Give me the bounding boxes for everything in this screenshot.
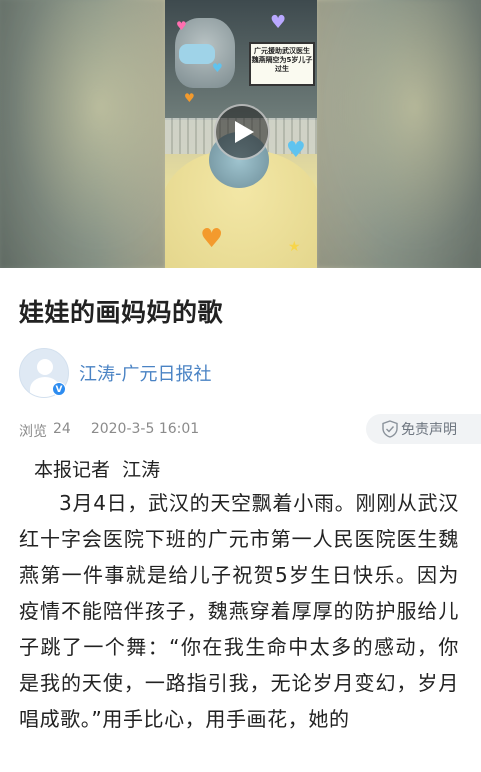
heart-icon: ♥ xyxy=(270,12,287,33)
video-sign: 广元援助武汉医生魏燕隔空为5岁儿子过生 xyxy=(249,42,315,86)
heart-icon: ♥ xyxy=(212,61,223,75)
video-blur-right xyxy=(316,0,481,268)
video-face-mask xyxy=(179,44,215,64)
article-body: 3月4日，武汉的天空飘着小雨。刚刚从武汉红十字会医院下班的广元市第一人民医院医生… xyxy=(19,491,459,731)
heart-icon: ♥ xyxy=(176,19,187,33)
author-organization[interactable]: 广元日报社 xyxy=(122,360,212,386)
shield-check-icon xyxy=(382,420,398,438)
author-name[interactable]: 江涛 xyxy=(79,360,115,386)
article-title: 娃娃的画妈妈的歌 xyxy=(19,298,224,327)
reporter-line: 本报记者 江涛 xyxy=(34,459,161,481)
video-player[interactable]: 广元援助武汉医生魏燕隔空为5岁儿子过生 ♥ ♥ ♥ ♥ ♥ ♥ ★ xyxy=(0,0,481,268)
disclaimer-label: 免责声明 xyxy=(401,422,457,438)
star-icon: ★ xyxy=(288,239,301,255)
heart-icon: ♥ xyxy=(184,91,195,105)
play-icon xyxy=(235,121,254,143)
play-button[interactable] xyxy=(214,104,270,160)
video-blur-left xyxy=(0,0,165,268)
views-label: 浏览 xyxy=(19,424,47,440)
heart-icon: ♥ xyxy=(200,224,224,254)
article-meta: 浏览 24 2020-3-5 16:01 xyxy=(19,421,199,441)
author-row[interactable]: 江涛 - 广元日报社 xyxy=(19,347,212,399)
publish-time: 2020-3-5 16:01 xyxy=(90,421,200,437)
verified-badge-icon: V xyxy=(52,382,66,396)
views-count: 24 xyxy=(53,421,71,437)
heart-icon: ♥ xyxy=(286,138,306,163)
disclaimer-button[interactable]: 免责声明 xyxy=(366,414,481,444)
